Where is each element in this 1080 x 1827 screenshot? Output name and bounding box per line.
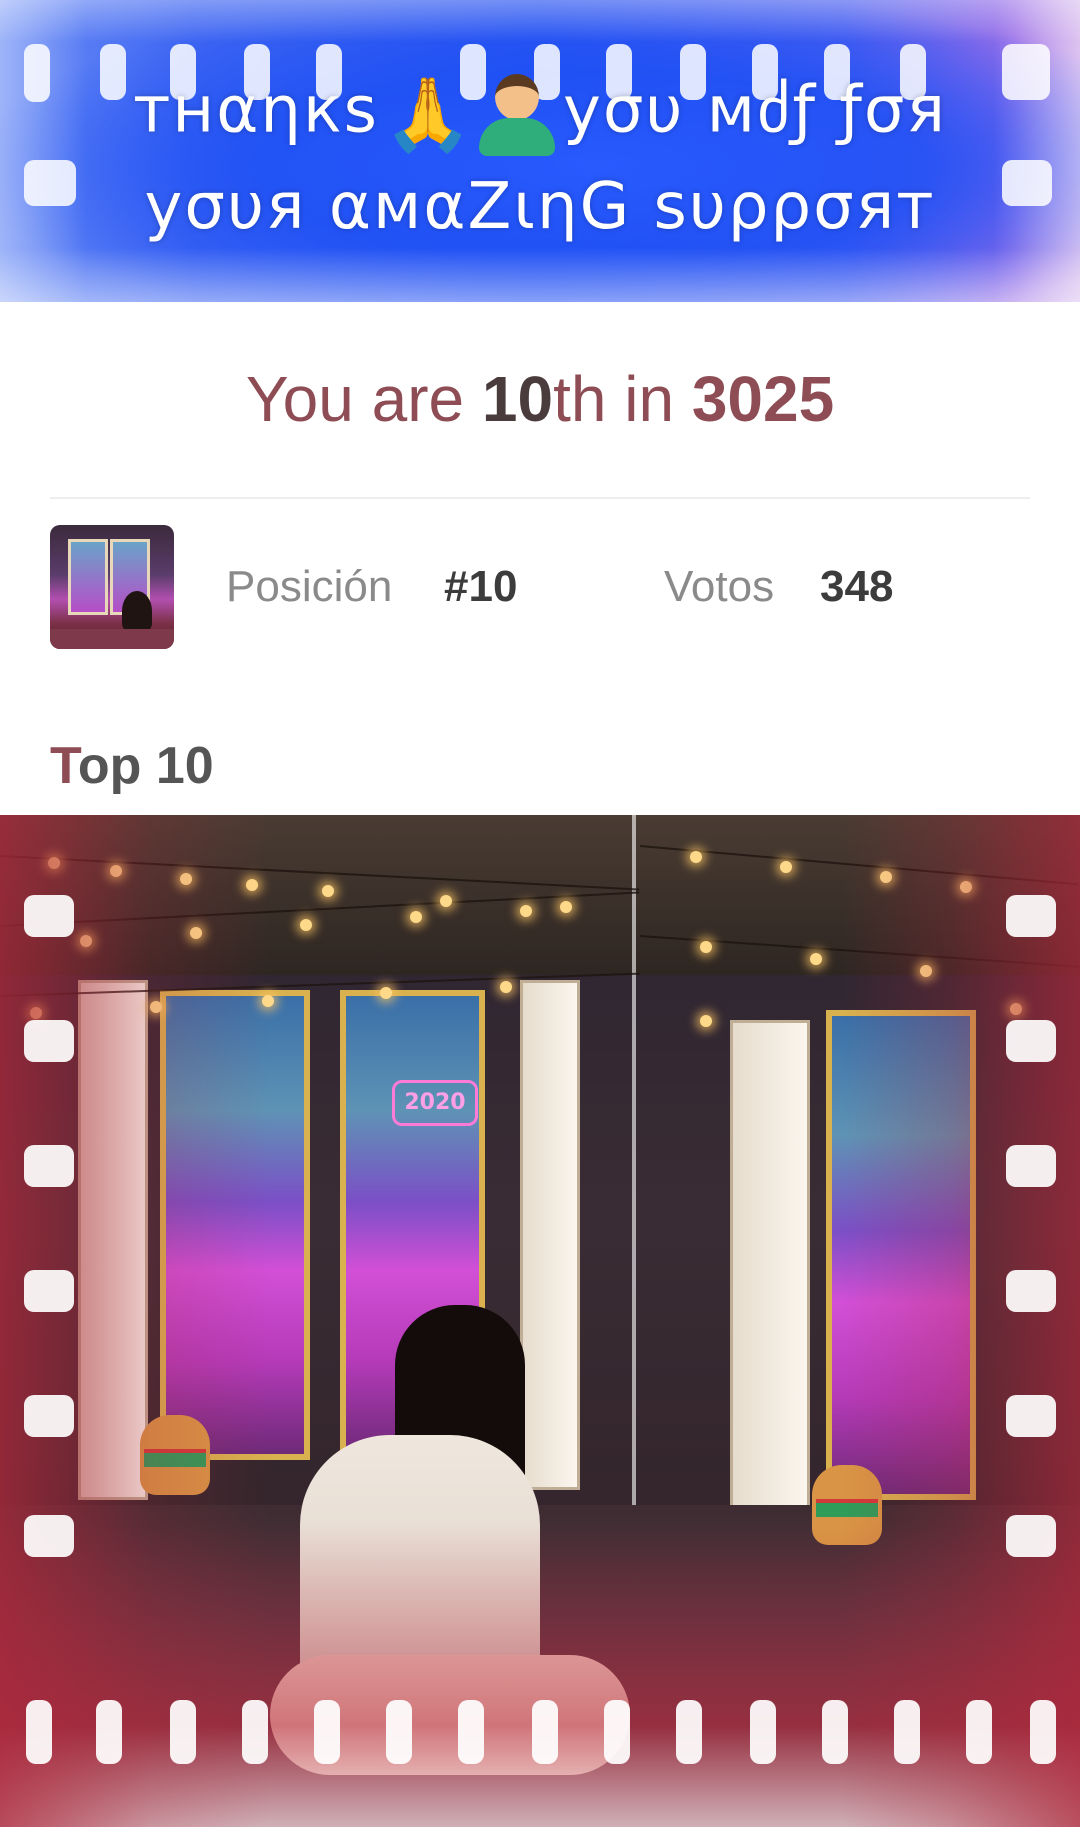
banner-line1-end: уσυ мძƒ ƒσя bbox=[562, 73, 947, 148]
film-perforation bbox=[314, 1700, 340, 1764]
film-perforation bbox=[1030, 1700, 1056, 1764]
film-perforation bbox=[750, 1700, 776, 1764]
film-perforation bbox=[170, 1700, 196, 1764]
rank-middle: in bbox=[606, 363, 692, 435]
film-perforation bbox=[1006, 1020, 1056, 1062]
film-perforation bbox=[676, 1700, 702, 1764]
film-perforation bbox=[96, 1700, 122, 1764]
film-perforation bbox=[532, 1700, 558, 1764]
film-perforation bbox=[604, 1700, 630, 1764]
person-bowing-emoji-icon bbox=[475, 72, 559, 156]
film-perforation bbox=[1006, 895, 1056, 937]
film-perforation bbox=[386, 1700, 412, 1764]
film-perforation bbox=[822, 1700, 848, 1764]
rank-prefix: You are bbox=[245, 363, 482, 435]
film-perforation bbox=[24, 1395, 74, 1437]
film-perforation bbox=[458, 1700, 484, 1764]
film-perforation bbox=[24, 895, 74, 937]
film-perforation bbox=[1006, 1395, 1056, 1437]
divider bbox=[50, 497, 1030, 499]
film-perforation bbox=[1006, 1145, 1056, 1187]
film-perforation bbox=[24, 1020, 74, 1062]
film-perforation bbox=[1006, 1515, 1056, 1557]
top10-heading-rest: op 10 bbox=[77, 737, 214, 795]
pray-emoji-icon: 🙏 bbox=[382, 72, 475, 156]
banner-line1-start: тнαηкѕ bbox=[133, 73, 379, 148]
film-perforation bbox=[1006, 1270, 1056, 1312]
film-perforation bbox=[26, 1700, 52, 1764]
film-perforation bbox=[24, 1145, 74, 1187]
top10-heading: Top 10 bbox=[50, 736, 214, 796]
banner-headline-line2: уσυя αмαΖιηG ѕυρρσят bbox=[144, 170, 936, 244]
top10-heading-first-letter: T bbox=[50, 737, 78, 795]
votes-value: 348 bbox=[820, 562, 894, 611]
rank-position-number: 10 bbox=[481, 363, 554, 435]
film-perforation bbox=[242, 1700, 268, 1764]
banner-headline-line1: тнαηкѕ 🙏 уσυ мძƒ ƒσя bbox=[0, 72, 1080, 156]
position-label: Posición bbox=[226, 562, 393, 611]
film-perforation bbox=[966, 1700, 992, 1764]
film-perforation bbox=[24, 1270, 74, 1312]
poster-vignette bbox=[0, 815, 1080, 1827]
top-entry-image[interactable]: 2020 bbox=[0, 815, 1080, 1827]
rank-total: 3025 bbox=[691, 363, 835, 435]
position-value: #10 bbox=[444, 562, 518, 611]
rank-position-suffix: th bbox=[553, 363, 607, 435]
film-perforation bbox=[24, 1515, 74, 1557]
film-perforation bbox=[894, 1700, 920, 1764]
votes-label: Votos bbox=[664, 562, 775, 611]
entry-thumbnail[interactable] bbox=[50, 525, 174, 649]
header-banner-image: тнαηкѕ 🙏 уσυ мძƒ ƒσя уσυя αмαΖιηG ѕυρρσят bbox=[0, 0, 1080, 302]
rank-headline: You are 10th in 3025 bbox=[0, 362, 1080, 436]
